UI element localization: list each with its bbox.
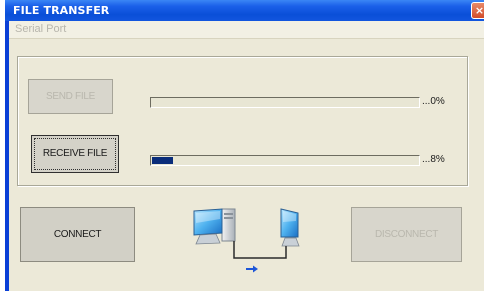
connect-button[interactable]: CONNECT: [20, 207, 135, 262]
network-computers-icon: [186, 203, 310, 278]
receive-progress-fill: [152, 157, 173, 164]
arrow-right-icon: [246, 265, 258, 273]
close-icon: ×: [474, 4, 484, 17]
send-progress-bar: [150, 97, 420, 108]
receive-progress-bar: [150, 155, 420, 166]
menu-bar: Serial Port: [9, 21, 484, 39]
close-button[interactable]: ×: [471, 2, 484, 19]
send-progress-text: ...0%: [422, 96, 445, 107]
receive-file-button[interactable]: RECEIVE FILE: [31, 135, 119, 173]
disconnect-button[interactable]: DISCONNECT: [351, 207, 462, 262]
window-title: FILE TRANSFER: [13, 4, 110, 17]
title-bar[interactable]: FILE TRANSFER ×: [5, 0, 484, 21]
menu-item-serial-port[interactable]: Serial Port: [15, 23, 66, 35]
receive-progress-text: ...8%: [422, 154, 445, 165]
send-file-button[interactable]: SEND FILE: [28, 79, 113, 114]
